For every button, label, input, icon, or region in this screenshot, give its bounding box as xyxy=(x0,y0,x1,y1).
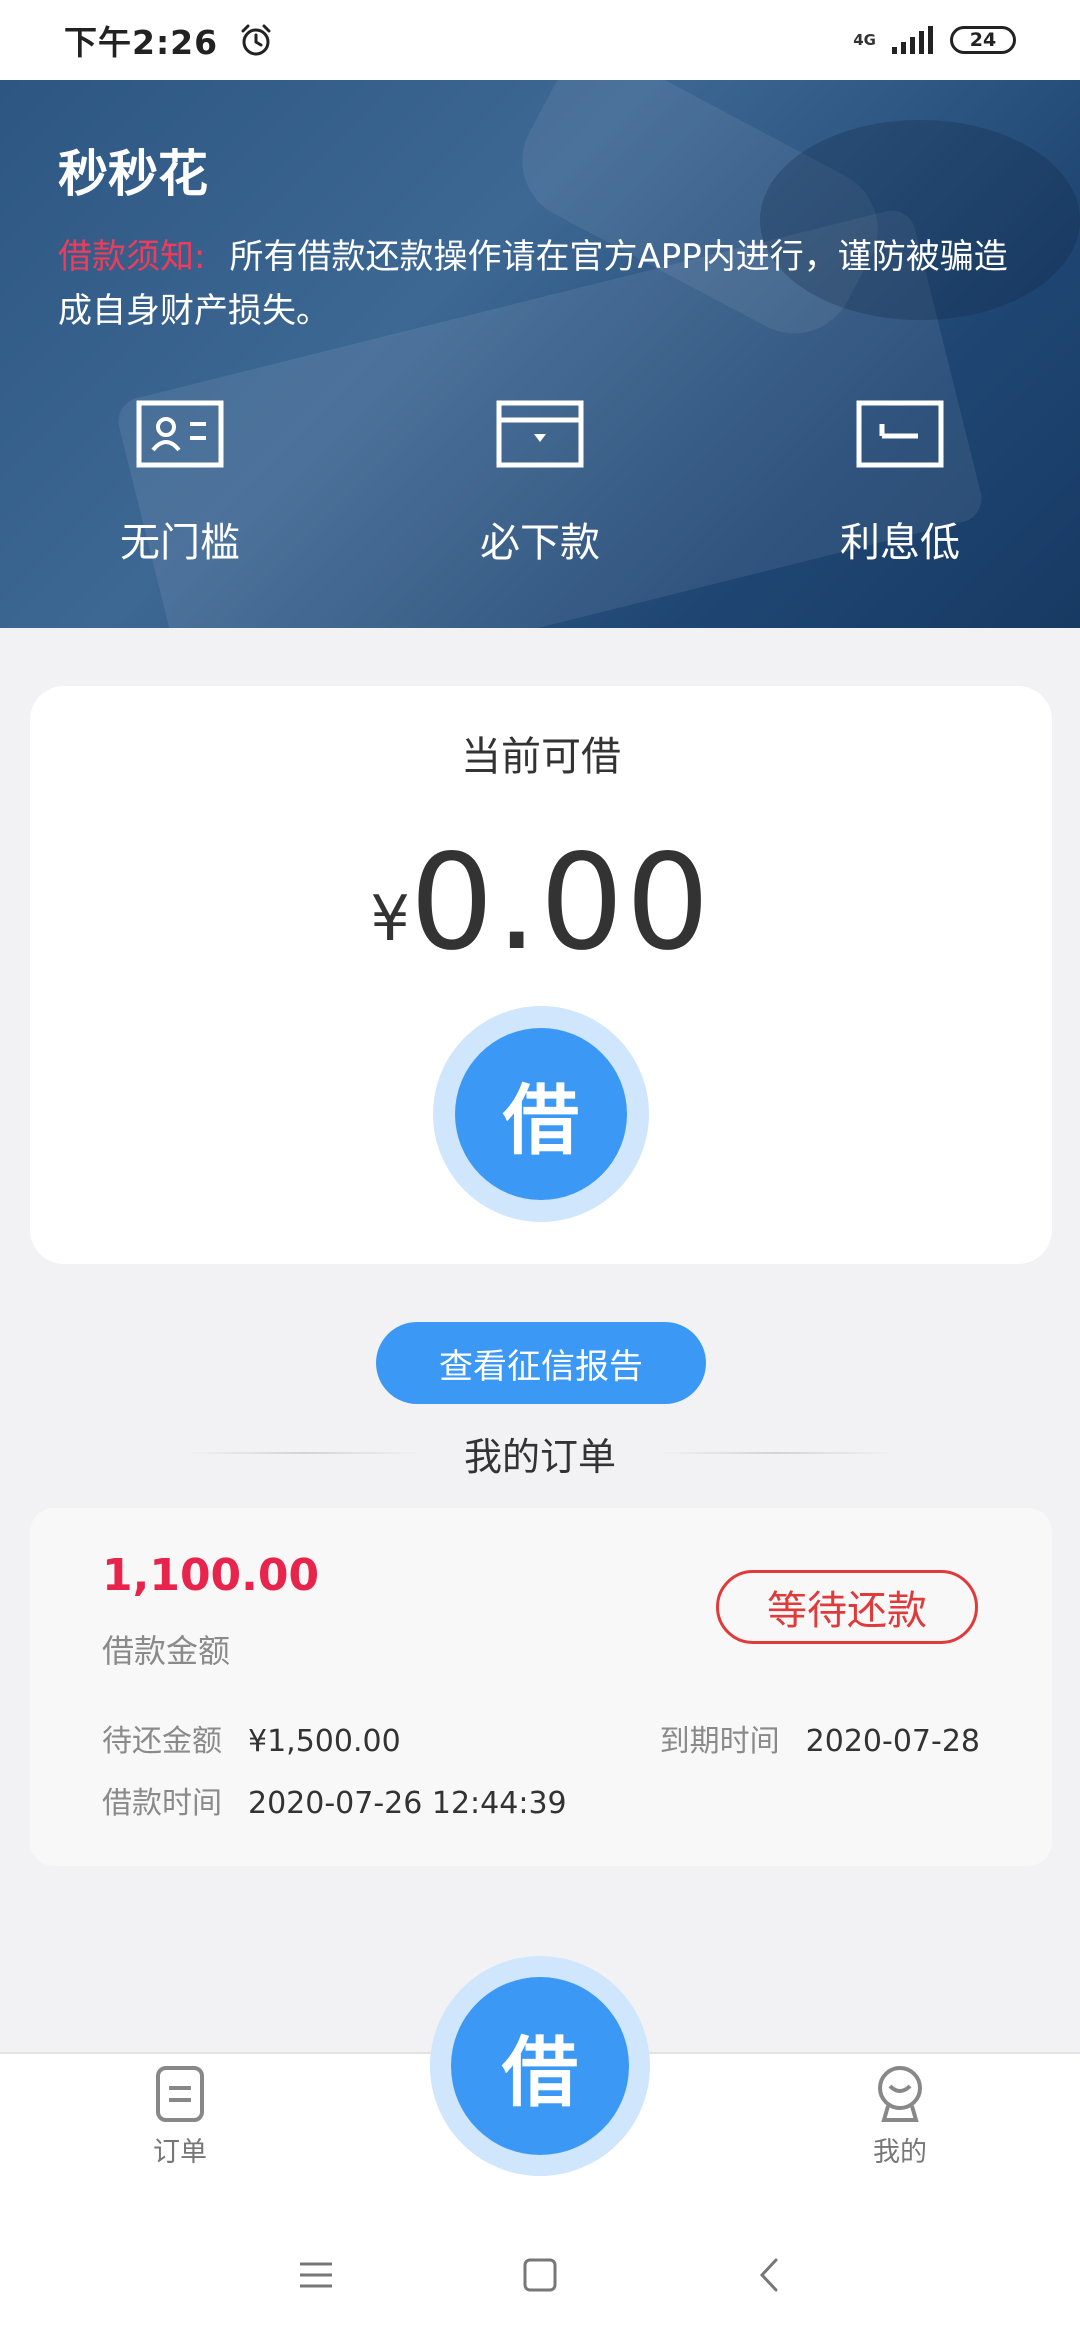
feature-low-interest: 利息低 xyxy=(720,400,1080,568)
available-credit-card: 当前可借 ¥0.00 借 xyxy=(30,686,1052,1264)
tab-orders-label: 订单 xyxy=(153,2137,207,2168)
tab-mine[interactable]: 我的 xyxy=(840,2064,960,2169)
pending-amount-label: 待还金额 xyxy=(102,1724,222,1759)
user-profile-icon xyxy=(878,2066,922,2122)
wallet-icon xyxy=(496,400,584,468)
app-title: 秒秒花 xyxy=(58,145,208,203)
order-amount: 1,100.00 xyxy=(102,1550,320,1601)
credit-report-button[interactable]: 查看征信报告 xyxy=(376,1322,706,1404)
divider xyxy=(658,1452,894,1454)
order-amount-label: 借款金额 xyxy=(102,1632,231,1670)
tab-mine-label: 我的 xyxy=(873,2137,927,2168)
available-credit-amount: ¥0.00 xyxy=(30,826,1052,980)
divider xyxy=(185,1452,422,1454)
borrow-time-label: 借款时间 xyxy=(102,1786,222,1821)
notice-label: 借款须知: xyxy=(58,237,206,277)
document-icon xyxy=(156,2066,204,2122)
header-banner: 秒秒花 借款须知: 所有借款还款操作请在官方APP内进行，谨防被骗造成自身财产损失… xyxy=(0,80,1080,628)
status-bar: 下午2:26 4G 24 xyxy=(0,0,1080,80)
due-date-label: 到期时间 xyxy=(659,1724,780,1759)
amount-value: 0.00 xyxy=(409,826,712,980)
tab-orders[interactable]: 订单 xyxy=(120,2064,240,2169)
center-borrow-label: 借 xyxy=(451,1977,629,2155)
feature-label: 必下款 xyxy=(480,520,600,566)
id-card-icon xyxy=(136,400,224,468)
available-credit-title: 当前可借 xyxy=(461,734,621,780)
borrow-button-label: 借 xyxy=(455,1028,627,1200)
alarm-clock-icon xyxy=(241,24,271,56)
feature-label: 利息低 xyxy=(840,520,960,566)
network-type: 4G xyxy=(853,30,876,49)
my-orders-title: 我的订单 xyxy=(463,1434,616,1479)
borrow-time-value: 2020-07-26 12:44:39 xyxy=(248,1786,567,1821)
battery-indicator: 24 xyxy=(950,26,1016,54)
due-date-value: 2020-07-28 xyxy=(805,1724,980,1759)
status-time: 下午2:26 xyxy=(64,23,219,62)
my-orders-header: 我的订单 xyxy=(0,1425,1080,1481)
home-icon[interactable] xyxy=(520,2255,560,2295)
center-borrow-button[interactable]: 借 xyxy=(430,1956,650,2176)
feature-no-threshold: 无门槛 xyxy=(0,400,360,568)
pending-amount-row: 待还金额 ¥1,500.00 xyxy=(102,1716,401,1760)
due-date-row: 到期时间 2020-07-28 xyxy=(660,1716,980,1760)
currency-symbol: ¥ xyxy=(370,882,410,955)
feature-guaranteed-loan: 必下款 xyxy=(360,400,720,568)
menu-icon[interactable] xyxy=(296,2255,336,2295)
feature-label: 无门槛 xyxy=(120,520,240,566)
card-return-icon xyxy=(856,400,944,468)
order-card[interactable]: 1,100.00 借款金额 等待还款 待还金额 ¥1,500.00 到期时间 202… xyxy=(30,1508,1052,1866)
loan-notice: 借款须知: 所有借款还款操作请在官方APP内进行，谨防被骗造成自身财产损失。 xyxy=(58,230,1028,338)
order-status-badge: 等待还款 xyxy=(716,1570,978,1644)
feature-list: 无门槛 必下款 利息低 xyxy=(0,400,1080,568)
signal-icon xyxy=(892,26,933,54)
system-navigation-bar xyxy=(0,2210,1080,2340)
pending-amount-value: ¥1,500.00 xyxy=(248,1724,401,1759)
battery-level: 24 xyxy=(969,29,997,51)
borrow-time-row: 借款时间 2020-07-26 12:44:39 xyxy=(102,1778,567,1822)
borrow-button[interactable]: 借 xyxy=(433,1006,649,1222)
back-icon[interactable] xyxy=(750,2255,790,2295)
